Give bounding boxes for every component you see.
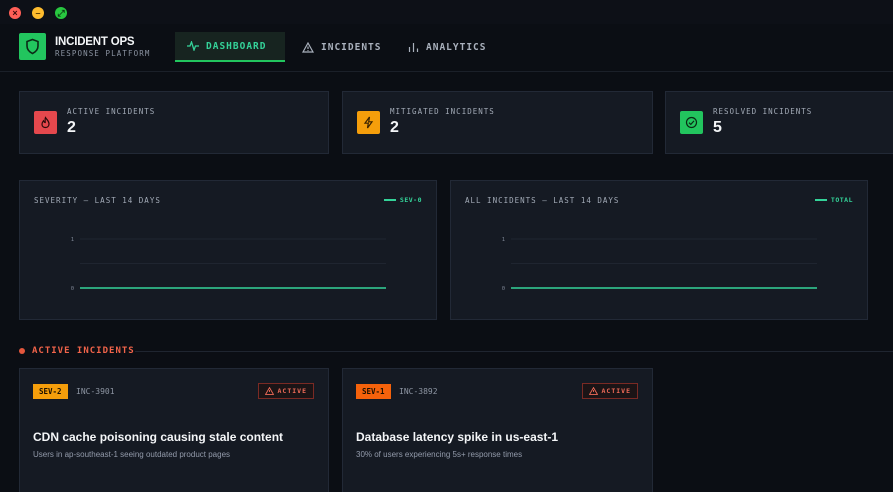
stat-value: 2 [390,119,399,136]
y-tick-label: 1 [502,237,505,243]
y-tick-label: 0 [502,286,505,292]
y-tick-label: 1 [71,237,74,243]
section-header-active-incidents: ACTIVE INCIDENTS [19,346,135,356]
stat-icon-box [680,111,703,134]
incident-title: CDN cache poisoning causing stale conten… [33,430,284,444]
stat-value: 2 [67,119,76,136]
brand-title: INCIDENT OPS [55,36,135,48]
stat-icon-box [34,111,57,134]
window-close-button[interactable]: × [9,7,21,19]
window-maximize-button[interactable]: ⤢ [55,7,67,19]
bar-chart-icon [408,43,419,52]
status-badge: ACTIVE [257,383,314,399]
stat-card-resolved: RESOLVED INCIDENTS 5 [665,91,893,154]
chart-card-all-incidents: ALL INCIDENTS — LAST 14 DAYS TOTAL 01 [450,180,868,320]
severity-badge: SEV-1 [356,384,391,399]
section-title: ACTIVE INCIDENTS [32,346,135,356]
warning-icon [588,387,598,395]
incident-card[interactable]: SEV-1 INC-3892 ACTIVE Database latency s… [342,368,653,492]
bolt-icon [363,116,374,129]
activity-icon [187,41,199,51]
stat-card-active: ACTIVE INCIDENTS 2 [19,91,329,154]
nav-tab-incidents[interactable]: INCIDENTS [302,32,381,62]
incident-description: 30% of users experiencing 5s+ response t… [356,450,523,459]
warning-icon [264,387,274,395]
incident-id: INC-3901 [76,387,115,396]
section-divider [135,351,893,352]
chart-plot-severity: 01 [71,237,386,292]
status-badge-label: ACTIVE [601,387,631,395]
stat-card-mitigated: MITIGATED INCIDENTS 2 [342,91,653,154]
window-minimize-button[interactable]: – [32,7,44,19]
incident-card[interactable]: SEV-2 INC-3901 ACTIVE CDN cache poisonin… [19,368,329,492]
stat-label: MITIGATED INCIDENTS [390,107,495,116]
app-header: INCIDENT OPS RESPONSE PLATFORM DASHBOARD… [0,24,893,72]
section-status-dot [19,348,25,354]
status-badge-label: ACTIVE [277,387,307,395]
stat-icon-box [357,111,380,134]
chart-plot-all-incidents: 01 [502,237,817,292]
stat-label: RESOLVED INCIDENTS [713,107,813,116]
stat-value: 5 [713,119,722,136]
flame-icon [41,116,50,129]
y-tick-label: 0 [71,286,74,292]
incident-description: Users in ap-southeast-1 seeing outdated … [33,450,231,459]
chart-card-severity: SEVERITY — LAST 14 DAYS SEV-0 01 [19,180,437,320]
brand-subtitle: RESPONSE PLATFORM [55,49,151,58]
nav-tab-label: ANALYTICS [426,41,487,53]
brand-logo[interactable] [19,33,46,60]
stat-label: ACTIVE INCIDENTS [67,107,156,116]
severity-badge: SEV-2 [33,384,68,399]
incident-id: INC-3892 [399,387,438,396]
shield-icon [26,38,39,55]
nav-tab-label: DASHBOARD [206,40,267,52]
nav-tab-label: INCIDENTS [321,41,382,53]
status-badge: ACTIVE [581,383,638,399]
nav-tab-dashboard[interactable]: DASHBOARD [175,32,285,62]
incident-title: Database latency spike in us-east-1 [356,430,559,444]
check-circle-icon [685,116,698,129]
warning-icon [302,41,314,53]
nav-tab-analytics[interactable]: ANALYTICS [408,32,486,62]
window-titlebar: × – ⤢ [0,0,893,24]
